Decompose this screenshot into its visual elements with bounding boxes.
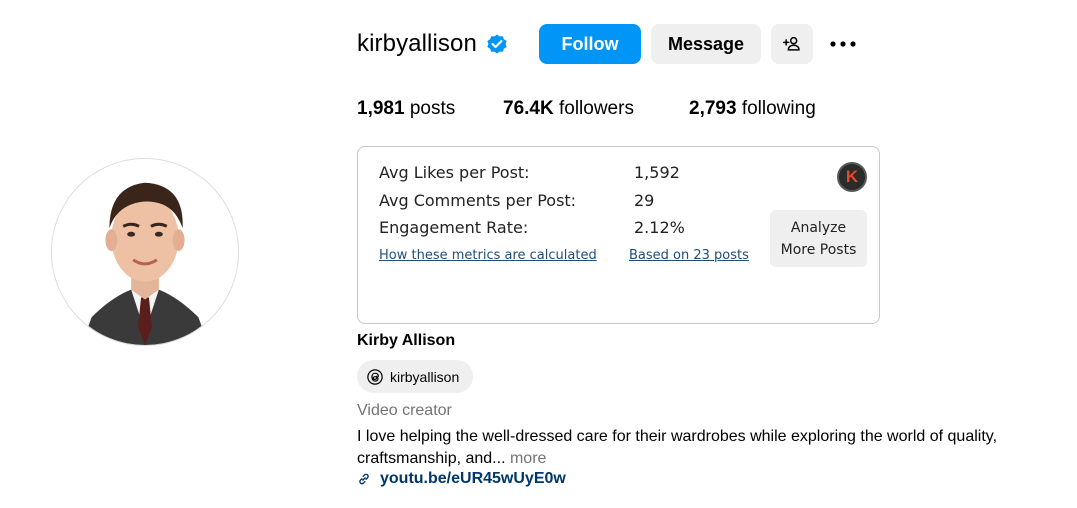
add-person-icon <box>782 36 800 51</box>
threads-icon <box>367 368 383 385</box>
posts-label: posts <box>409 98 456 119</box>
metric-label: Engagement Rate: <box>379 218 529 237</box>
message-button[interactable]: Message <box>651 24 761 64</box>
followers-count: 76.4K <box>503 98 554 119</box>
suggest-similar-button[interactable] <box>771 24 813 64</box>
stat-following[interactable]: 2,793 following <box>689 98 816 120</box>
more-options-icon <box>830 41 856 47</box>
username-row: kirbyallison <box>357 24 509 64</box>
verified-badge-icon <box>485 32 509 56</box>
link-icon <box>359 473 369 485</box>
followers-label: followers <box>558 98 634 119</box>
username[interactable]: kirbyallison <box>357 30 477 58</box>
metric-value: 1,592 <box>634 163 680 182</box>
posts-count: 1,981 <box>357 98 405 119</box>
follow-button[interactable]: Follow <box>539 24 641 64</box>
profile-category: Video creator <box>357 402 452 419</box>
based-on-posts-link[interactable]: Based on 23 posts <box>629 248 749 263</box>
metric-label: Avg Comments per Post: <box>379 191 577 210</box>
bio-text: I love helping the well-dressed care for… <box>357 428 998 467</box>
full-name: Kirby Allison <box>357 332 456 349</box>
threads-link[interactable]: kirbyallison <box>357 360 473 393</box>
extension-logo-icon: K <box>837 162 867 192</box>
following-count: 2,793 <box>689 98 737 119</box>
metrics-panel: Avg Likes per Post: 1,592 Avg Comments p… <box>357 146 880 324</box>
profile-avatar[interactable] <box>51 158 239 346</box>
metric-value: 29 <box>634 191 655 210</box>
metrics-info-link[interactable]: How these metrics are calculated <box>379 248 597 263</box>
threads-handle: kirbyallison <box>390 368 460 385</box>
following-label: following <box>741 98 816 119</box>
bio-more-link[interactable]: more <box>510 450 546 467</box>
avatar-image <box>52 159 238 345</box>
profile-bio: I love helping the well-dressed care for… <box>357 426 1072 470</box>
external-link-text: youtu.be/eUR45wUyE0w <box>380 470 566 487</box>
stat-posts: 1,981 posts <box>357 98 455 120</box>
stat-followers[interactable]: 76.4K followers <box>503 98 634 120</box>
metric-label: Avg Likes per Post: <box>379 163 530 182</box>
analyze-more-posts-button[interactable]: Analyze More Posts <box>770 210 867 267</box>
external-link[interactable]: youtu.be/eUR45wUyE0w <box>357 470 566 488</box>
metric-value: 2.12% <box>634 218 685 237</box>
more-options-button[interactable] <box>822 24 864 64</box>
